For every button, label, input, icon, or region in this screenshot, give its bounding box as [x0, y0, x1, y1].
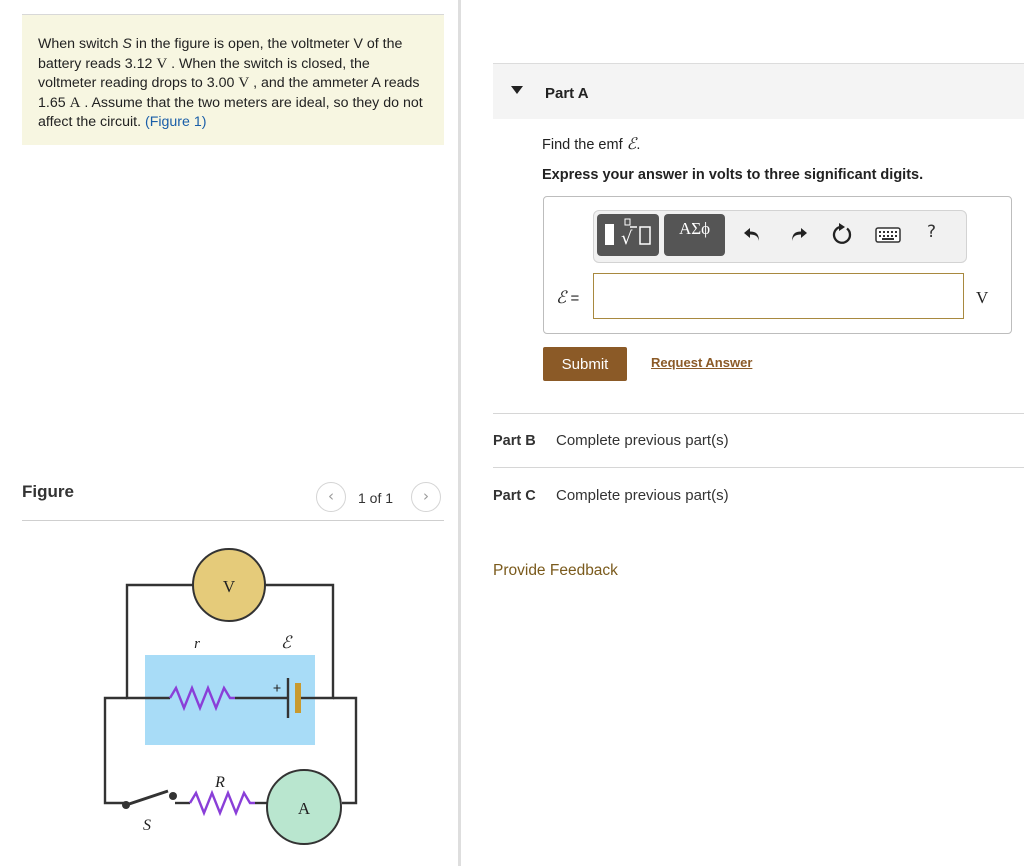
switch-label: S	[143, 817, 151, 834]
part-a-label: Part A	[545, 85, 589, 102]
keyboard-icon[interactable]	[875, 227, 901, 243]
question-emf-symbol: ℰ	[626, 136, 637, 153]
battery-box	[145, 655, 315, 745]
unit-volts-2: V	[238, 75, 250, 92]
R-label: R	[214, 774, 225, 791]
question-period: .	[636, 137, 641, 153]
figure-divider	[22, 520, 444, 521]
svg-text:√: √	[621, 228, 633, 249]
templates-button[interactable]: √	[597, 214, 659, 256]
switch-lever	[125, 789, 169, 807]
templates-icon: √	[605, 218, 651, 249]
answer-label: ℰ =	[556, 288, 579, 308]
switch-symbol: S	[122, 36, 132, 52]
part-b-label[interactable]: Part B	[493, 433, 536, 449]
column-divider	[458, 0, 461, 866]
part-c-status: Complete previous part(s)	[556, 487, 729, 504]
problem-text-5: . Assume that the two meters are ideal, …	[38, 94, 423, 131]
provide-feedback-link[interactable]: Provide Feedback	[493, 562, 618, 580]
help-icon[interactable]: ?	[927, 222, 936, 242]
submit-button[interactable]: Submit	[543, 347, 627, 381]
redo-icon[interactable]	[786, 222, 810, 246]
caret-down-icon[interactable]	[511, 86, 523, 94]
prev-figure-button[interactable]: ‹	[316, 482, 346, 512]
part-c-label[interactable]: Part C	[493, 488, 536, 504]
problem-statement: When switch S in the figure is open, the…	[22, 14, 444, 145]
greek-symbols-button[interactable]: ΑΣϕ	[664, 214, 725, 256]
r-label: r	[194, 636, 200, 652]
load-resistor	[188, 789, 255, 817]
unit-volts-1: V	[156, 55, 168, 72]
switch-contact-right	[169, 792, 177, 800]
answer-instruction: Express your answer in volts to three si…	[542, 167, 924, 183]
figure-link[interactable]: (Figure 1)	[145, 114, 207, 130]
problem-text-1: When switch	[38, 36, 123, 52]
answer-equals: =	[566, 290, 580, 307]
chevron-left-icon: ‹	[328, 487, 334, 505]
request-answer-link[interactable]: Request Answer	[651, 355, 752, 370]
battery-plate-negative	[295, 683, 301, 713]
emf-label: ℰ	[281, 633, 293, 652]
part-b-divider	[493, 413, 1024, 414]
question-text: Find the emf	[542, 137, 627, 153]
plus-label: +	[273, 681, 282, 697]
answer-emf-symbol: ℰ	[556, 288, 567, 307]
circuit-diagram: V r + ℰ S R A	[103, 548, 358, 845]
part-c-divider	[493, 467, 1024, 468]
undo-icon[interactable]	[741, 222, 765, 246]
reset-icon[interactable]	[831, 222, 855, 246]
figure-title: Figure	[22, 482, 74, 501]
part-b-status: Complete previous part(s)	[556, 432, 729, 449]
chevron-right-icon: ›	[423, 487, 429, 505]
part-a-question: Find the emf ℰ.	[542, 134, 640, 154]
ammeter-label: A	[298, 799, 311, 818]
answer-unit: V	[976, 288, 989, 307]
unit-amps: A	[69, 94, 81, 111]
voltmeter-label: V	[223, 577, 236, 596]
figure-counter: 1 of 1	[358, 490, 394, 506]
emf-answer-input[interactable]	[593, 273, 964, 319]
next-figure-button[interactable]: ›	[411, 482, 441, 512]
